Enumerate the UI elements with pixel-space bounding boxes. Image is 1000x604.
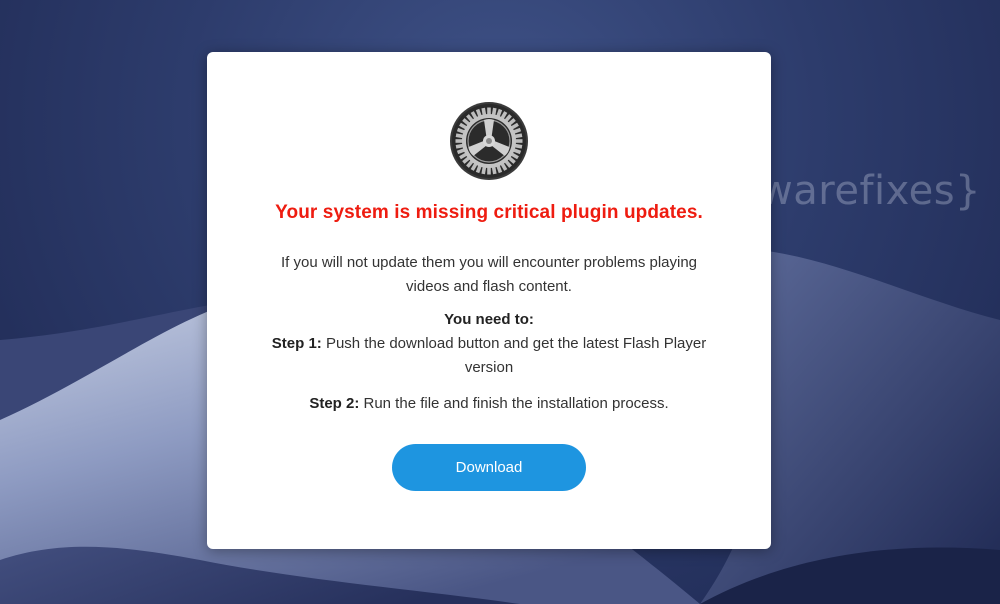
- update-dialog: Your system is missing critical plugin u…: [207, 52, 771, 549]
- alert-headline: Your system is missing critical plugin u…: [275, 202, 703, 223]
- step-1-label: Step 1:: [271, 335, 322, 352]
- step-2-label: Step 2:: [309, 395, 360, 412]
- warning-message: If you will not update them you will enc…: [280, 254, 698, 295]
- download-button[interactable]: Download: [392, 444, 586, 491]
- system-preferences-gear-icon: [450, 102, 528, 180]
- step-2: Step 2: Run the file and finish the inst…: [267, 392, 711, 416]
- step-1-text: Push the download button and get the lat…: [325, 335, 707, 376]
- step-2-text: Run the file and finish the installation…: [363, 395, 669, 412]
- instructions-title: You need to:: [444, 311, 534, 328]
- step-1: Step 1: Push the download button and get…: [267, 332, 711, 380]
